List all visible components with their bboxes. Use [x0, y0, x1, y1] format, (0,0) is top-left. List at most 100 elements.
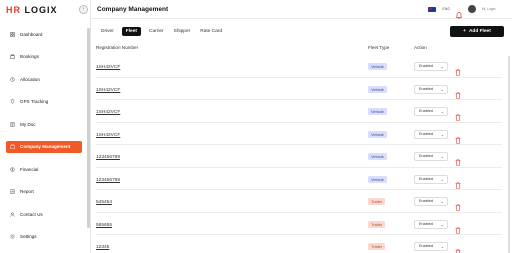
column-action: Action: [414, 45, 427, 50]
table-row: 123456789 Vehicle Enabled ⌄: [96, 145, 502, 168]
add-fleet-button[interactable]: + Add Fleet: [450, 26, 504, 37]
fleet-type-badge: Vehicle: [368, 108, 387, 115]
financial-icon: [10, 166, 15, 172]
status-select-value: Enabled: [419, 109, 433, 113]
briefcase-icon: [10, 54, 15, 59]
status-select-value: Enabled: [419, 86, 433, 91]
status-select[interactable]: Enabled ⌄: [414, 219, 448, 229]
table-row: 545454 Trailer Enabled ⌄: [96, 190, 502, 213]
tab-fleet[interactable]: Fleet: [121, 27, 141, 36]
brand-logo[interactable]: HR LOGIX: [6, 4, 58, 16]
chevron-down-icon: ⌄: [440, 154, 444, 159]
status-select[interactable]: Enabled ⌄: [414, 174, 448, 184]
status-select[interactable]: Enabled ⌄: [414, 242, 448, 251]
registration-link[interactable]: 123456789: [96, 178, 120, 183]
trash-icon[interactable]: [455, 153, 461, 166]
column-fleet-type: Fleet Type: [368, 45, 390, 50]
fleet-type-badge: Trailer: [368, 220, 386, 228]
contact-icon: [10, 211, 15, 217]
trash-icon[interactable]: [455, 176, 461, 189]
chevron-down-icon: ⌄: [440, 131, 444, 137]
status-select[interactable]: Enabled ⌄: [414, 84, 448, 94]
avatar[interactable]: [468, 5, 476, 13]
sidebar-scrollbar[interactable]: [87, 28, 90, 228]
tab-shipper[interactable]: Shipper: [172, 27, 193, 36]
registration-link[interactable]: 1SH42VCF: [96, 88, 120, 93]
sidebar-item-settings[interactable]: Settings: [6, 231, 82, 243]
status-select[interactable]: Enabled ⌄: [414, 62, 448, 71]
sidebar-item-label: Contact Us: [20, 211, 43, 217]
table-row: 1SH42VCF Vehicle Enabled ⌄: [96, 55, 502, 78]
trash-icon[interactable]: [455, 86, 461, 99]
fleet-type-badge: Vehicle: [368, 63, 387, 70]
user-name[interactable]: Hi, Logix: [482, 7, 502, 11]
fleet-type-badge: Vehicle: [368, 153, 387, 160]
sidebar-item-company-management[interactable]: Company Management: [6, 140, 82, 153]
registration-link[interactable]: 12345: [96, 245, 109, 250]
tab-rate-card[interactable]: Rate Card: [198, 27, 224, 36]
chevron-down-icon: ⌄: [440, 64, 444, 69]
bell-icon[interactable]: [455, 6, 463, 19]
tab-driver[interactable]: Driver: [99, 27, 116, 36]
status-select-value: Enabled: [419, 176, 433, 181]
sidebar-item-label: Financial: [20, 166, 39, 172]
sidebar-item-dashboard[interactable]: Dashboard: [6, 28, 82, 40]
tab-carrier[interactable]: Carrier: [147, 27, 166, 36]
table-header: Registration Number Fleet Type Action: [96, 45, 502, 53]
table-row: 1SH42VCF Vehicle Enabled ⌄: [96, 123, 502, 145]
sidebar-item-label: Company Management: [20, 144, 71, 149]
chevron-down-icon: ⌄: [440, 244, 444, 249]
chevron-down-icon: ⌄: [440, 221, 444, 227]
document-icon: [10, 121, 15, 127]
sidebar-item-label: My Doc: [20, 121, 36, 127]
registration-link[interactable]: 565655: [96, 223, 112, 228]
add-fleet-label: Add Fleet: [468, 29, 491, 34]
fleet-type-badge: Vehicle: [368, 130, 387, 138]
chevron-down-icon: ⌄: [440, 176, 444, 182]
sidebar-item-gps-tracking[interactable]: GPS Tracking: [6, 96, 82, 108]
registration-link[interactable]: 123456789: [96, 155, 120, 160]
top-header: Company Management ENG Hi, Logix: [91, 0, 512, 19]
flag-icon[interactable]: [428, 6, 437, 12]
registration-link[interactable]: 545454: [96, 200, 112, 205]
sidebar-collapse-button[interactable]: ‹: [79, 5, 88, 14]
registration-link[interactable]: 1SH42VCF: [96, 65, 120, 70]
table-row: 565655 Trailer Enabled ⌄: [96, 213, 502, 235]
trash-icon[interactable]: [455, 243, 461, 253]
status-select-value: Enabled: [419, 221, 433, 226]
fleet-type-badge: Trailer: [368, 198, 386, 205]
status-select[interactable]: Enabled ⌄: [414, 129, 448, 139]
trash-icon[interactable]: [455, 131, 461, 144]
trash-icon[interactable]: [455, 63, 461, 76]
sidebar-item-report[interactable]: Report: [6, 186, 82, 198]
trash-icon[interactable]: [455, 221, 461, 234]
table-row: 12345 Trailer Enabled ⌄: [96, 235, 502, 253]
sidebar-item-my-doc[interactable]: My Doc: [6, 118, 82, 130]
logo-prefix: HR: [6, 5, 21, 15]
sidebar-item-allocation[interactable]: Allocation: [6, 73, 82, 85]
status-select[interactable]: Enabled ⌄: [414, 152, 448, 161]
plus-icon: +: [463, 29, 466, 34]
status-select[interactable]: Enabled ⌄: [414, 107, 448, 116]
status-select-value: Enabled: [419, 154, 433, 158]
trash-icon[interactable]: [455, 198, 461, 211]
header-actions: ENG Hi, Logix: [428, 5, 502, 19]
settings-icon: [10, 234, 15, 239]
sidebar-item-financial[interactable]: Financial: [6, 163, 82, 175]
fleet-type-badge: Trailer: [368, 243, 386, 250]
sidebar-item-bookings[interactable]: Bookings: [6, 51, 82, 63]
sidebar-item-label: GPS Tracking: [20, 99, 49, 104]
registration-link[interactable]: 1SH42VCF: [96, 133, 120, 138]
logo-text: LOGIX: [24, 5, 58, 15]
main-scrollbar[interactable]: [508, 56, 510, 253]
fleet-type-badge: Vehicle: [368, 85, 387, 93]
sidebar-item-contact-us[interactable]: Contact Us: [6, 208, 82, 220]
app-root: HR LOGIX ‹ Dashboard Bookings Allocation GP…: [0, 0, 512, 253]
registration-link[interactable]: 1SH42VCF: [96, 110, 120, 115]
trash-icon[interactable]: [455, 108, 461, 121]
status-select[interactable]: Enabled ⌄: [414, 197, 448, 206]
table-row: 1SH42VCF Vehicle Enabled ⌄: [96, 100, 502, 123]
gps-icon: [10, 99, 15, 104]
language-selector[interactable]: ENG: [442, 7, 450, 11]
sidebar-nav: Dashboard Bookings Allocation GPS Tracking M…: [6, 28, 82, 253]
